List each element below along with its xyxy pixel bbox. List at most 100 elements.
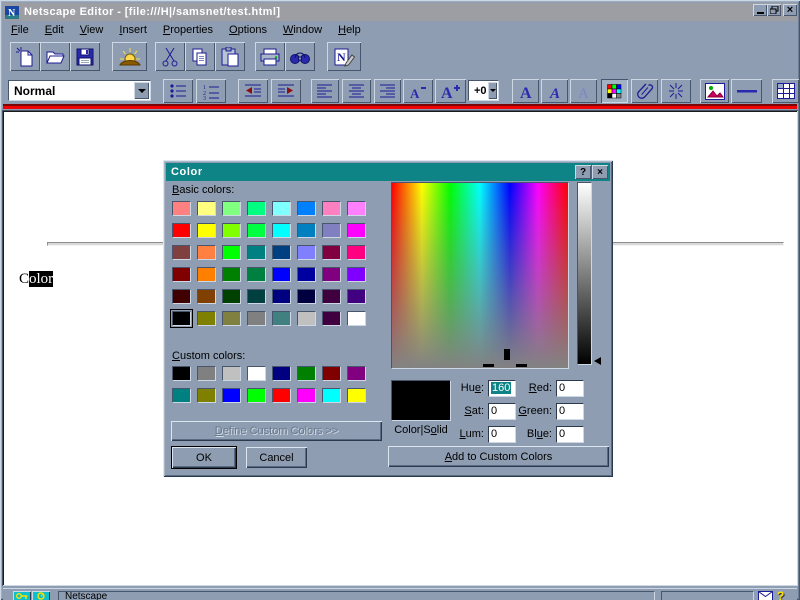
cancel-button[interactable]: Cancel (246, 447, 307, 468)
print-button[interactable] (255, 42, 285, 71)
color-dialog-titlebar[interactable]: Color (166, 163, 610, 181)
increase-indent-button[interactable] (271, 79, 301, 103)
decrease-font-size-button[interactable]: A (403, 79, 433, 103)
insert-target-button[interactable] (661, 79, 691, 103)
make-link-button[interactable] (631, 79, 658, 103)
color-swatch[interactable] (197, 201, 216, 216)
edit-page-button[interactable]: N (327, 42, 361, 71)
color-swatch[interactable] (222, 311, 241, 326)
color-swatch[interactable] (222, 223, 241, 238)
paragraph-style-dropdown-button[interactable] (134, 82, 149, 99)
restore-button[interactable] (767, 4, 781, 16)
color-swatch[interactable] (297, 388, 316, 403)
color-swatch[interactable] (347, 267, 366, 282)
color-swatch[interactable] (272, 388, 291, 403)
color-swatch[interactable] (347, 223, 366, 238)
color-swatch[interactable] (297, 245, 316, 260)
color-swatch[interactable] (172, 267, 191, 282)
dialog-help-button[interactable]: ? (575, 165, 591, 179)
ok-button[interactable]: OK (171, 446, 237, 469)
menu-edit[interactable]: Edit (39, 23, 72, 37)
font-size-dropdown-button[interactable] (488, 82, 497, 99)
color-swatch[interactable] (247, 366, 266, 381)
menu-file[interactable]: File (5, 23, 37, 37)
cut-button[interactable] (155, 42, 185, 71)
color-swatch[interactable] (322, 223, 341, 238)
fixed-width-button[interactable]: A (570, 79, 597, 103)
decrease-indent-button[interactable] (238, 79, 268, 103)
bold-button[interactable]: A (512, 79, 539, 103)
bullet-list-button[interactable] (163, 79, 193, 103)
color-swatch[interactable] (172, 223, 191, 238)
color-swatch[interactable] (272, 289, 291, 304)
color-swatch[interactable] (197, 223, 216, 238)
color-swatch[interactable] (197, 289, 216, 304)
color-swatch[interactable] (272, 223, 291, 238)
color-swatch[interactable] (347, 289, 366, 304)
align-left-button[interactable] (311, 79, 339, 103)
color-swatch[interactable] (322, 245, 341, 260)
insert-horizontal-line-button[interactable] (731, 79, 762, 103)
document-text[interactable]: Color (19, 271, 53, 288)
italic-button[interactable]: A (541, 79, 568, 103)
save-button[interactable] (70, 42, 100, 71)
color-swatch[interactable] (297, 267, 316, 282)
color-swatch[interactable] (272, 201, 291, 216)
color-swatch[interactable] (172, 388, 191, 403)
color-swatch[interactable] (347, 366, 366, 381)
find-button[interactable] (285, 42, 315, 71)
color-swatch[interactable] (197, 388, 216, 403)
close-button[interactable] (783, 4, 797, 16)
color-swatch[interactable] (172, 201, 191, 216)
new-document-button[interactable] (10, 42, 40, 71)
dialog-close-button[interactable]: × (592, 165, 608, 179)
color-swatch[interactable] (272, 366, 291, 381)
color-swatch[interactable] (272, 245, 291, 260)
copy-button[interactable] (185, 42, 215, 71)
color-swatch[interactable] (222, 245, 241, 260)
color-swatch[interactable] (322, 267, 341, 282)
color-swatch[interactable] (197, 311, 216, 326)
color-swatch[interactable] (272, 311, 291, 326)
color-swatch[interactable] (272, 267, 291, 282)
add-to-custom-colors-button[interactable]: Add to Custom Colors (388, 446, 609, 467)
insert-table-button[interactable] (772, 79, 799, 103)
clock-icon[interactable] (32, 591, 50, 600)
red-field[interactable]: 0 (556, 380, 584, 397)
color-swatch[interactable] (197, 245, 216, 260)
color-swatch[interactable] (247, 289, 266, 304)
color-swatch[interactable] (247, 245, 266, 260)
color-swatch[interactable] (197, 366, 216, 381)
color-swatch[interactable] (347, 245, 366, 260)
increase-font-size-button[interactable]: A (435, 79, 466, 103)
help-glyph[interactable]: ? (777, 589, 784, 600)
blue-field[interactable]: 0 (556, 426, 584, 443)
color-swatch[interactable] (322, 201, 341, 216)
color-swatch[interactable] (222, 201, 241, 216)
font-color-button[interactable] (601, 79, 628, 103)
color-swatch[interactable] (322, 289, 341, 304)
color-swatch[interactable] (247, 201, 266, 216)
numbered-list-button[interactable]: 123 (196, 79, 226, 103)
color-swatch[interactable] (172, 289, 191, 304)
luminance-slider-arrow[interactable] (594, 357, 601, 365)
color-swatch[interactable] (222, 267, 241, 282)
mail-icon[interactable] (758, 591, 773, 600)
menu-view[interactable]: View (74, 23, 112, 37)
color-swatch[interactable] (172, 311, 191, 326)
align-center-button[interactable] (342, 79, 371, 103)
color-swatch[interactable] (322, 366, 341, 381)
font-size-combo[interactable]: +0 (468, 80, 499, 101)
color-swatch[interactable] (322, 311, 341, 326)
menu-insert[interactable]: Insert (113, 23, 155, 37)
hue-saturation-marker[interactable] (504, 349, 510, 360)
color-swatch[interactable] (247, 388, 266, 403)
color-swatch[interactable] (322, 388, 341, 403)
color-swatch[interactable] (297, 223, 316, 238)
green-field[interactable]: 0 (556, 403, 584, 420)
color-swatch[interactable] (222, 289, 241, 304)
insert-image-button[interactable] (700, 79, 729, 103)
color-swatch[interactable] (247, 267, 266, 282)
color-swatch[interactable] (347, 388, 366, 403)
color-swatch[interactable] (297, 366, 316, 381)
